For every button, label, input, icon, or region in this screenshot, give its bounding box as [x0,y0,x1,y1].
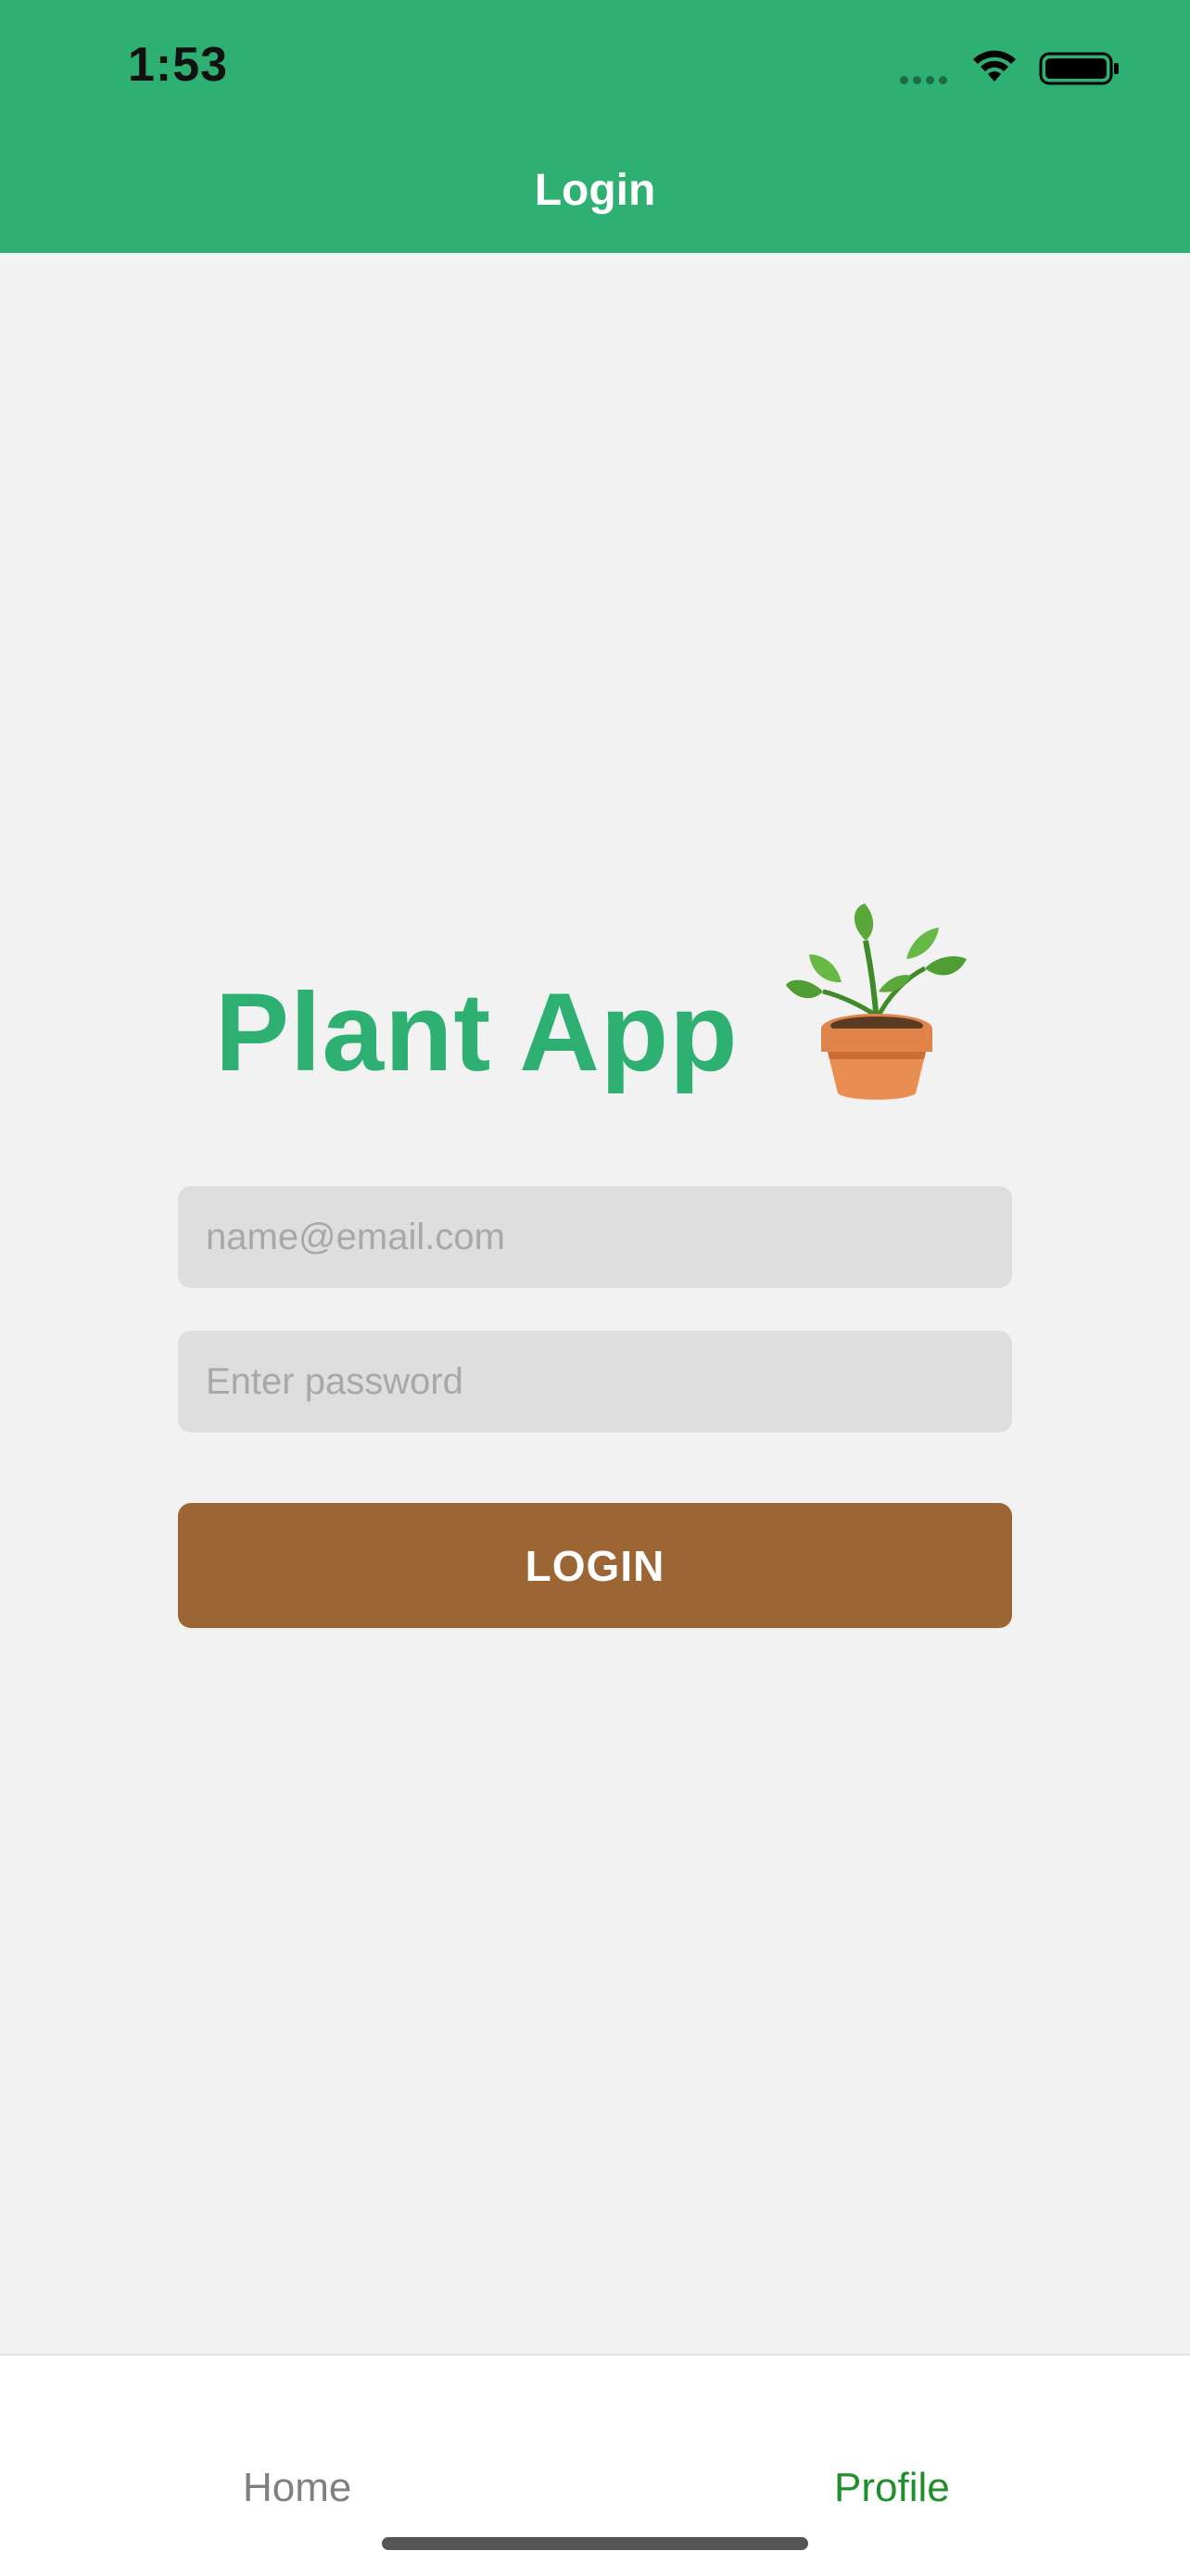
home-indicator[interactable] [382,2537,808,2550]
signal-icon [900,76,956,85]
login-button[interactable]: LOGIN [178,1503,1012,1628]
tab-profile[interactable]: Profile [834,2465,950,2511]
app-title: Plant App [215,970,739,1094]
password-field[interactable]: Enter password [178,1331,1012,1433]
status-time: 1:53 [128,38,229,92]
wifi-icon [973,50,1016,82]
email-field[interactable]: name@email.com [178,1186,1012,1288]
page-title: Login [534,166,656,215]
nav-header: 1:53 Login [0,0,1190,253]
tab-home[interactable]: Home [243,2465,351,2511]
battery-icon [1039,52,1119,85]
potted-plant-icon [786,903,967,1100]
